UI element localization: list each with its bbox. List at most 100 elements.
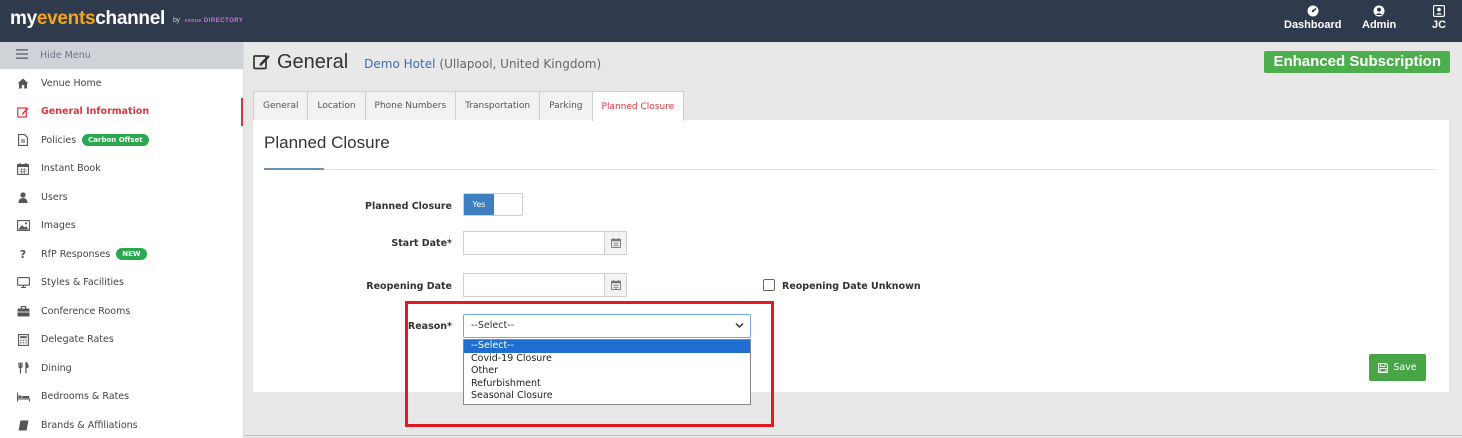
book-icon — [16, 418, 30, 432]
tab-phone-numbers[interactable]: Phone Numbers — [364, 91, 457, 120]
tab-transportation[interactable]: Transportation — [455, 91, 541, 120]
content-bottom-divider — [245, 435, 1462, 436]
monitor-icon — [16, 276, 30, 290]
tab-parking[interactable]: Parking — [539, 91, 593, 120]
edit-icon — [253, 53, 271, 73]
sidebar-item-conference-rooms[interactable]: Conference Rooms — [0, 297, 243, 326]
toggle-yes: Yes — [464, 194, 494, 215]
top-bar: myeventschannel by venue DIRECTORY Dashb… — [0, 0, 1462, 42]
nav-dashboard-label: Dashboard — [1284, 19, 1342, 31]
tab-planned-closure[interactable]: Planned Closure — [591, 91, 685, 121]
reopening-date-unknown-checkbox[interactable] — [763, 279, 775, 291]
cutlery-icon — [16, 361, 30, 375]
brand-logo[interactable]: myeventschannel by venue DIRECTORY — [10, 8, 243, 30]
sidebar-item-label: Dining — [41, 362, 72, 374]
reason-selected-value: --Select-- — [471, 320, 515, 331]
panel-heading: Planned Closure — [264, 133, 390, 152]
nav-dashboard[interactable]: Dashboard — [1284, 5, 1341, 31]
nav-admin-label: Admin — [1362, 19, 1397, 31]
sidebar-item-bedrooms-rates[interactable]: Bedrooms & Rates — [0, 383, 243, 412]
sidebar-item-label: Venue Home — [41, 77, 102, 89]
brand-prefix: my — [10, 8, 37, 29]
sidebar: Hide Menu Venue Home General Information… — [0, 42, 244, 438]
sidebar-item-styles-facilities[interactable]: Styles & Facilities — [0, 269, 243, 298]
user-square-icon — [1433, 5, 1446, 17]
sidebar-item-dining[interactable]: Dining — [0, 354, 243, 383]
sidebar-item-label: Styles & Facilities — [41, 277, 124, 289]
calendar-icon — [610, 280, 621, 290]
calendar-icon — [610, 238, 621, 248]
sidebar-item-label: Images — [41, 220, 76, 232]
nav-user[interactable]: JC — [1432, 5, 1446, 31]
sidebar-item-label: Brands & Affiliations — [41, 419, 138, 431]
sidebar-item-label: General Information — [41, 106, 150, 118]
enhanced-subscription-button[interactable]: Enhanced Subscription — [1264, 51, 1450, 73]
start-date-label: Start Date* — [391, 238, 452, 249]
nav-admin[interactable]: Admin — [1362, 5, 1396, 31]
save-button[interactable]: Save — [1369, 354, 1426, 381]
hide-menu-toggle[interactable]: Hide Menu — [0, 42, 243, 69]
panel-divider — [264, 169, 1436, 170]
hotel-name-link[interactable]: Demo Hotel — [364, 57, 435, 71]
reason-dropdown-list: --Select-- Covid-19 Closure Other Refurb… — [463, 339, 751, 405]
sidebar-item-delegate-rates[interactable]: Delegate Rates — [0, 326, 243, 355]
reason-option[interactable]: Covid-19 Closure — [464, 353, 750, 366]
reopening-date-label: Reopening Date — [366, 281, 452, 292]
home-icon — [16, 76, 30, 90]
panel-divider-accent — [264, 168, 324, 170]
start-date-input[interactable] — [463, 231, 627, 255]
sidebar-item-brands-affiliations[interactable]: Brands & Affiliations — [0, 411, 243, 438]
planned-closure-label: Planned Closure — [364, 201, 452, 212]
hotel-location: (Ullapool, United Kingdom) — [439, 57, 602, 71]
chevron-down-icon — [735, 322, 744, 329]
sidebar-item-instant-book[interactable]: Instant Book — [0, 155, 243, 184]
brand-accent: events — [36, 8, 96, 29]
dashboard-icon — [1307, 5, 1319, 17]
edit-icon — [16, 105, 30, 119]
reason-option[interactable]: Seasonal Closure — [464, 390, 750, 403]
tab-general[interactable]: General — [253, 91, 309, 120]
user-icon — [16, 190, 30, 204]
nav-user-label: JC — [1432, 19, 1447, 31]
hamburger-icon — [16, 49, 28, 62]
sidebar-item-label: Users — [41, 191, 68, 203]
reason-label: Reason* — [407, 321, 452, 332]
reopening-date-calendar-button[interactable] — [604, 274, 626, 296]
sidebar-item-label: RfP Responses — [41, 248, 111, 260]
briefcase-icon — [16, 304, 30, 318]
calendar-icon — [16, 162, 30, 176]
reopening-date-unknown-label: Reopening Date Unknown — [782, 281, 921, 292]
calculator-icon — [16, 333, 30, 347]
brand-by: by — [172, 17, 180, 24]
user-circle-icon — [1373, 5, 1385, 17]
reopening-date-input[interactable] — [463, 273, 627, 297]
brand-partner-top: venue — [184, 18, 202, 24]
sidebar-item-policies[interactable]: Policies Carbon Offset — [0, 126, 243, 155]
reason-option[interactable]: --Select-- — [464, 340, 750, 353]
sidebar-item-general-information[interactable]: General Information — [0, 97, 243, 126]
page-title-text: General — [277, 51, 349, 73]
tab-bar: General Location Phone Numbers Transport… — [253, 91, 685, 121]
document-icon — [16, 133, 30, 147]
sidebar-item-label: Conference Rooms — [41, 305, 131, 317]
sidebar-item-rfp-responses[interactable]: ? RfP Responses NEW — [0, 240, 243, 269]
bed-icon — [16, 390, 30, 404]
carbon-offset-badge: Carbon Offset — [82, 134, 149, 147]
reason-option[interactable]: Refurbishment — [464, 378, 750, 391]
page-title: General Demo Hotel (Ullapool, United Kin… — [253, 51, 601, 74]
planned-closure-toggle[interactable]: Yes — [463, 193, 523, 216]
save-label: Save — [1393, 362, 1417, 373]
image-icon — [16, 219, 30, 233]
sidebar-item-label: Policies — [41, 134, 77, 146]
question-icon: ? — [19, 247, 27, 261]
reason-select[interactable]: --Select-- — [463, 314, 751, 338]
sidebar-item-images[interactable]: Images — [0, 212, 243, 241]
reason-option[interactable]: Other — [464, 365, 750, 378]
new-badge: NEW — [116, 248, 147, 261]
tab-location[interactable]: Location — [307, 91, 366, 120]
start-date-calendar-button[interactable] — [604, 232, 626, 254]
sidebar-item-label: Bedrooms & Rates — [41, 391, 130, 403]
planned-closure-panel: Planned Closure Planned Closure Yes Star… — [253, 120, 1449, 405]
sidebar-item-venue-home[interactable]: Venue Home — [0, 69, 243, 98]
sidebar-item-users[interactable]: Users — [0, 183, 243, 212]
